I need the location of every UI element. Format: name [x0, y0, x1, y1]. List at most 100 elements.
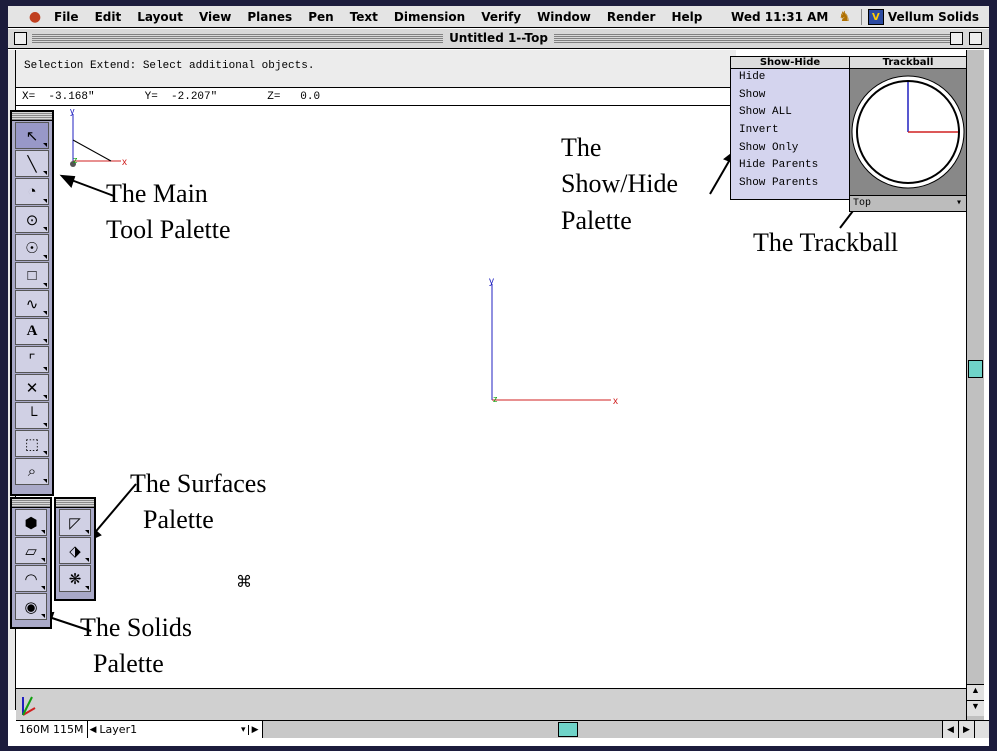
show-hide-item-show[interactable]: Show: [731, 87, 849, 105]
trackball-title: Trackball: [882, 57, 934, 68]
trim-icon[interactable]: ✕: [15, 374, 49, 401]
arc-icon[interactable]: ◔: [15, 178, 49, 205]
menu-file[interactable]: File: [46, 10, 87, 24]
balloon-help-icon[interactable]: ♞: [838, 9, 851, 25]
trackball-view-select[interactable]: Top ▾: [850, 195, 966, 211]
vertical-scroll-thumb[interactable]: [968, 360, 983, 378]
show-hide-item-invert[interactable]: Invert: [731, 122, 849, 140]
plane-axis-icon[interactable]: [20, 695, 36, 717]
small-x-label: x: [122, 157, 127, 168]
box-solid-icon[interactable]: ⬢: [15, 509, 47, 536]
window-titlebar[interactable]: Untitled 1--Top: [8, 29, 989, 49]
menu-render[interactable]: Render: [599, 10, 664, 24]
sweep-icon[interactable]: ◠: [15, 565, 47, 592]
blend-surface-icon[interactable]: ❋: [59, 565, 91, 592]
point-icon[interactable]: ⬚: [15, 430, 49, 457]
main-tool-palette: ↖ ╲ ◔ ⊙ ☉ □ ∿ A ⌜ ✕ └ ⬚ ⌕: [10, 110, 54, 496]
annotation-trackball: The Trackball: [753, 228, 899, 257]
chevron-down-icon: ▾: [955, 198, 962, 209]
menu-planes[interactable]: Planes: [239, 10, 300, 24]
memory-total: 160M 115M: [16, 721, 88, 738]
text-icon[interactable]: A: [15, 318, 49, 345]
coordinate-readout: X= -3.168" Y= -2.207" Z= 0.0: [16, 88, 736, 106]
vertical-scrollbar[interactable]: ▲ ▼: [966, 50, 984, 720]
curve-icon[interactable]: ∿: [15, 290, 49, 317]
show-hide-item-hide[interactable]: Hide: [731, 69, 849, 87]
center-origin-marker: y x z: [489, 276, 618, 407]
vellum-logo-icon: V: [867, 8, 884, 25]
show-hide-item-show-only[interactable]: Show Only: [731, 140, 849, 158]
app-menu[interactable]: V Vellum Solids: [860, 8, 979, 25]
prompt-line: Selection Extend: Select additional obje…: [16, 50, 736, 88]
layer-prev-icon[interactable]: ◀: [90, 725, 97, 735]
show-hide-item-hide-parents[interactable]: Hide Parents: [731, 157, 849, 175]
menu-text[interactable]: Text: [342, 10, 386, 24]
show-hide-title: Show-Hide: [759, 57, 821, 68]
trackball-palette: Trackball Top ▾: [849, 56, 967, 212]
zoom-icon[interactable]: ⌕: [15, 458, 49, 485]
extrude-icon[interactable]: ▱: [15, 537, 47, 564]
line-icon[interactable]: ╲: [15, 150, 49, 177]
ellipse-icon[interactable]: ☉: [15, 234, 49, 261]
show-hide-item-show-all[interactable]: Show ALL: [731, 104, 849, 122]
memory-total-value: 160M: [19, 723, 50, 736]
menu-window[interactable]: Window: [529, 10, 599, 24]
surfaces-palette-titlebar[interactable]: [56, 499, 94, 508]
trackball-view-label: Top: [853, 198, 872, 209]
menu-view[interactable]: View: [191, 10, 239, 24]
menu-edit[interactable]: Edit: [87, 10, 130, 24]
annotation-surfaces: The Surfaces Palette: [130, 469, 267, 535]
menu-clock[interactable]: Wed 11:31 AM: [731, 10, 828, 24]
screen: ● File Edit Layout View Planes Pen Text …: [8, 6, 989, 746]
resize-grip-icon[interactable]: [974, 720, 989, 738]
trackball-control[interactable]: [850, 70, 966, 196]
view-plane-strip: [16, 688, 966, 720]
status-scroll-bar: 160M 115M ◀ Layer1 ▾ ▶ ◀ ▶: [16, 720, 974, 738]
shell-icon[interactable]: ◉: [15, 593, 47, 620]
rectangle-icon[interactable]: □: [15, 262, 49, 289]
collapse-box-icon[interactable]: [969, 32, 982, 45]
apple-menu-icon[interactable]: ●: [24, 9, 46, 25]
surface-extrude-icon[interactable]: ⬗: [59, 537, 91, 564]
dimension-icon[interactable]: └: [15, 402, 49, 429]
center-x-label: x: [613, 396, 618, 407]
layer-selector[interactable]: ◀ Layer1 ▾ ▶: [87, 721, 263, 738]
scroll-down-icon[interactable]: ▼: [967, 700, 984, 716]
show-hide-titlebar[interactable]: Show-Hide: [731, 57, 849, 69]
scroll-left-icon[interactable]: ◀: [942, 721, 958, 738]
memory-free-value: 115M: [53, 723, 84, 736]
menu-verify[interactable]: Verify: [473, 10, 529, 24]
fillet-icon[interactable]: ⌜: [15, 346, 49, 373]
small-z-label: z: [73, 155, 78, 165]
zoom-box-icon[interactable]: [950, 32, 963, 45]
menu-layout[interactable]: Layout: [129, 10, 191, 24]
center-z-label: z: [493, 394, 498, 404]
window-title-wrap: Untitled 1--Top: [8, 31, 989, 45]
menu-bar: ● File Edit Layout View Planes Pen Text …: [8, 6, 989, 28]
scroll-up-icon[interactable]: ▲: [967, 684, 984, 700]
trackball-titlebar[interactable]: Trackball: [850, 57, 966, 69]
menu-pen[interactable]: Pen: [300, 10, 341, 24]
show-hide-palette: Show-Hide Hide Show Show ALL Invert Show…: [730, 56, 850, 200]
show-hide-item-show-parents[interactable]: Show Parents: [731, 175, 849, 193]
horizontal-scroll-thumb[interactable]: [557, 722, 578, 737]
circle-icon[interactable]: ⊙: [15, 206, 49, 233]
surfaces-palette: ◸ ⬗ ❋: [54, 497, 96, 601]
main-palette-titlebar[interactable]: [12, 112, 52, 121]
ruled-surface-icon[interactable]: ◸: [59, 509, 91, 536]
solids-palette-titlebar[interactable]: [12, 499, 50, 508]
window-title: Untitled 1--Top: [443, 31, 554, 45]
app-name: Vellum Solids: [887, 9, 979, 24]
annotation-show-hide: The Show/Hide Palette: [561, 133, 678, 235]
layer-next-icon[interactable]: ▶: [247, 724, 262, 735]
horizontal-scrollbar[interactable]: [262, 721, 942, 738]
prompt-text: Selection Extend: Select additional obje…: [24, 60, 315, 72]
solids-palette: ⬢ ▱ ◠ ◉: [10, 497, 52, 629]
menu-dimension[interactable]: Dimension: [386, 10, 473, 24]
menu-help[interactable]: Help: [663, 10, 710, 24]
scroll-right-icon[interactable]: ▶: [958, 721, 974, 738]
annotation-main-tool: The Main Tool Palette: [106, 179, 231, 245]
coord-z: Z= 0.0: [267, 90, 321, 103]
layer-name: Layer1: [99, 723, 138, 736]
arrow-icon[interactable]: ↖: [15, 122, 49, 149]
